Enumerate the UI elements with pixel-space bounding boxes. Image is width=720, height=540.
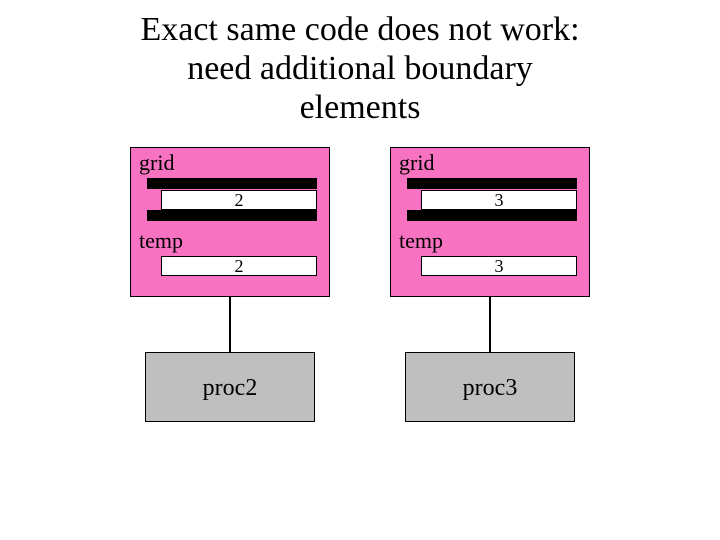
grid-row-right: 3	[421, 190, 577, 210]
title-line-1: Exact same code does not work:	[140, 11, 579, 48]
proc-box-left: proc2	[145, 352, 315, 422]
temp-label-right: temp	[399, 228, 443, 254]
connector-right	[489, 297, 491, 353]
proc-box-right: proc3	[405, 352, 575, 422]
temp-label-left: temp	[139, 228, 183, 254]
diagram-stage: grid 2 temp 2 proc2 grid 3 temp 3 proc3	[0, 127, 720, 527]
grid-label-left: grid	[139, 150, 174, 176]
title-line-2: need additional boundary	[187, 50, 533, 87]
temp-row-right: 3	[421, 256, 577, 276]
grid-bar-bot-right	[407, 210, 577, 221]
grid-bar-top-left	[147, 178, 317, 189]
temp-row-left: 2	[161, 256, 317, 276]
memory-box-right: grid 3 temp 3	[390, 147, 590, 297]
grid-row-left: 2	[161, 190, 317, 210]
title-line-3: elements	[300, 89, 421, 126]
grid-bar-bot-left	[147, 210, 317, 221]
connector-left	[229, 297, 231, 353]
memory-box-left: grid 2 temp 2	[130, 147, 330, 297]
slide-title: Exact same code does not work: need addi…	[0, 0, 720, 127]
grid-label-right: grid	[399, 150, 434, 176]
grid-bar-top-right	[407, 178, 577, 189]
